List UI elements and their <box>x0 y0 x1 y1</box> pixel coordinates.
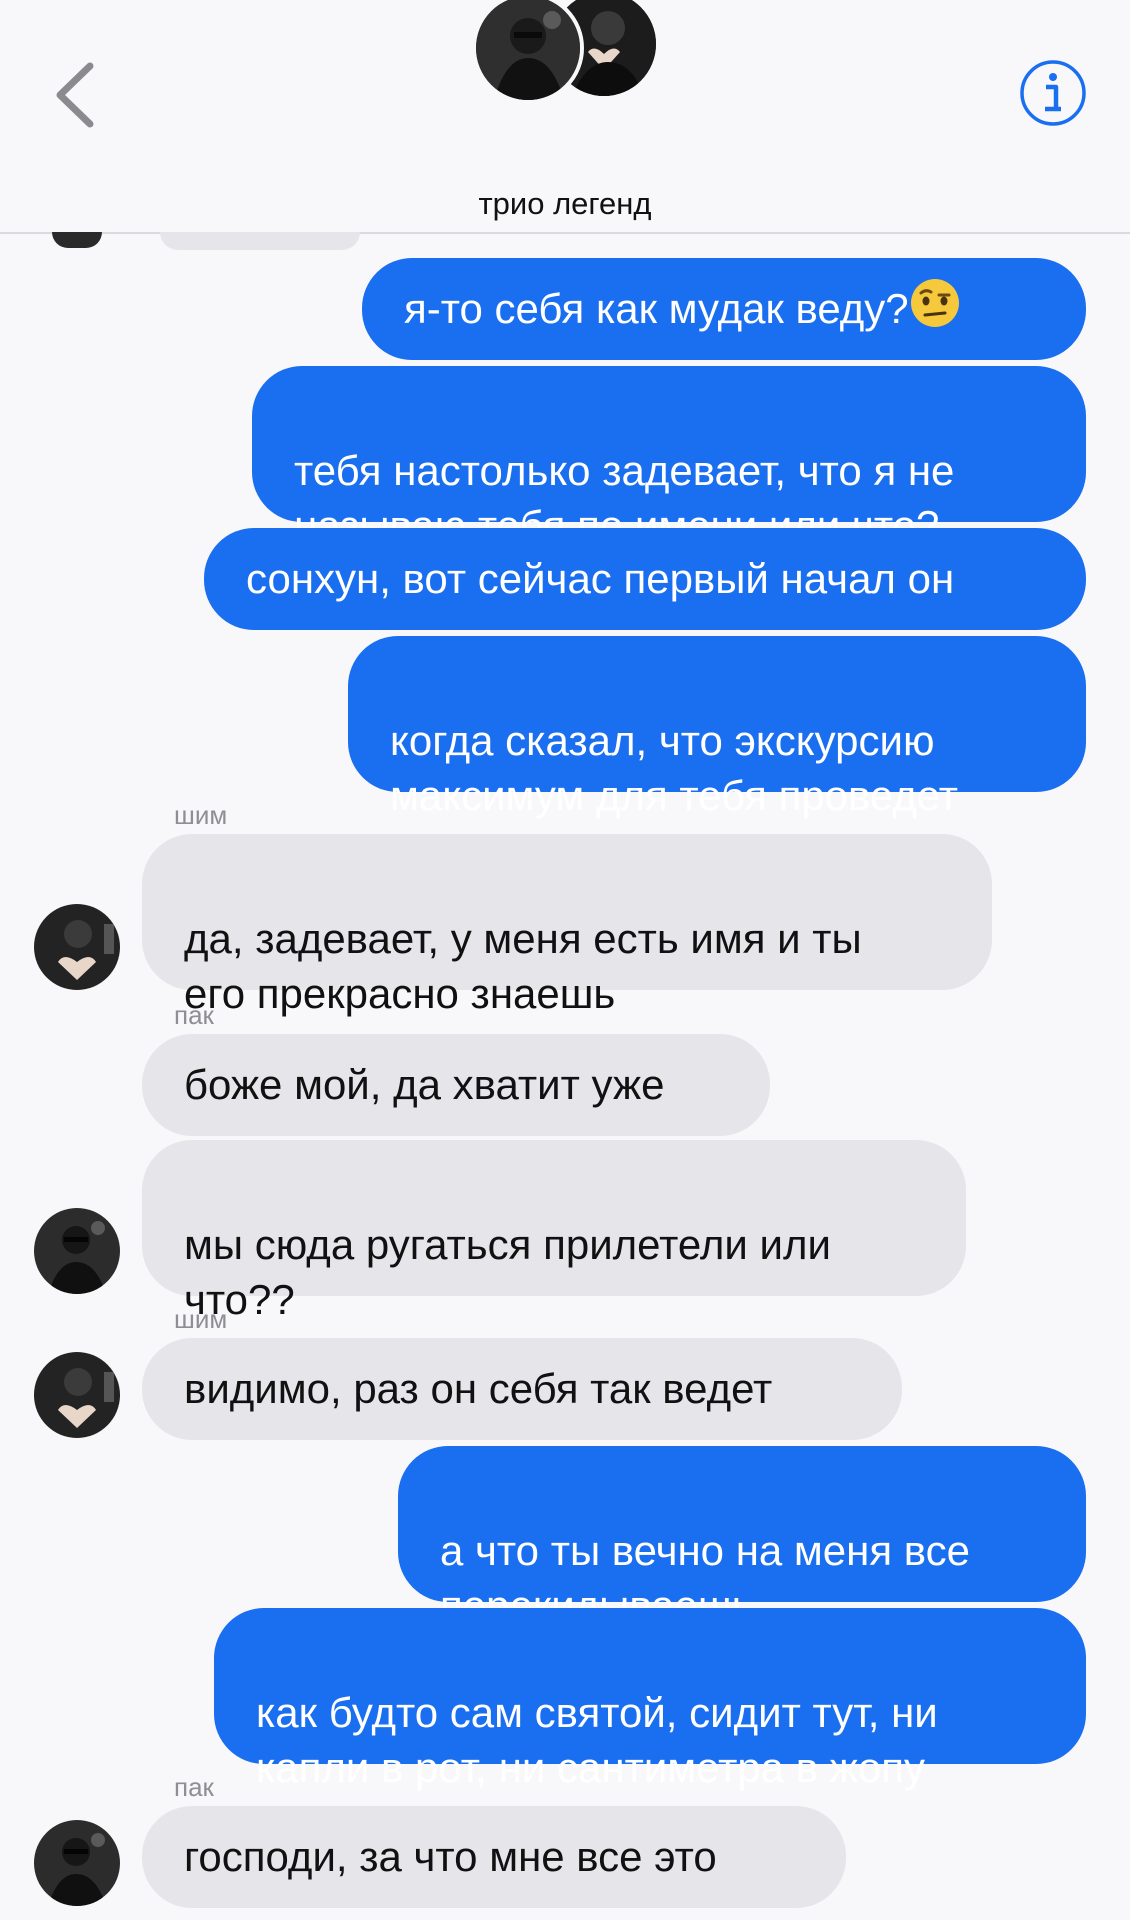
sender-name: шим <box>174 800 228 830</box>
message-text: боже мой, да хватит уже <box>184 1061 665 1108</box>
message-bubble-outgoing[interactable]: а что ты вечно на меня все перекидываешь <box>398 1446 1086 1629</box>
chevron-left-icon <box>56 62 94 128</box>
member-avatar <box>472 0 584 104</box>
avatar[interactable] <box>34 1208 120 1294</box>
sender-name: пак <box>174 1000 214 1030</box>
info-button[interactable] <box>1018 58 1088 128</box>
message-bubble-partial <box>160 232 360 250</box>
message-bubble-incoming[interactable]: да, задевает, у меня есть имя и ты его п… <box>142 834 992 1017</box>
message-bubble-outgoing[interactable]: сонхун, вот сейчас первый начал он <box>204 528 1086 630</box>
message-text: мы сюда ругаться прилетели или что?? <box>184 1221 831 1323</box>
message-bubble-outgoing[interactable]: когда сказал, что экскурсию максимум для… <box>348 636 1086 819</box>
info-icon <box>1020 60 1086 126</box>
chat-title[interactable]: трио легенд <box>0 186 1130 222</box>
message-bubble-outgoing[interactable]: как будто сам святой, сидит тут, ни капл… <box>214 1608 1086 1791</box>
message-bubble-incoming[interactable]: видимо, раз он себя так ведет <box>142 1338 902 1440</box>
message-bubble-outgoing[interactable]: я-то себя как мудак веду? <box>362 258 1086 360</box>
message-text: я-то себя как мудак веду? <box>404 285 909 332</box>
raised-eyebrow-emoji <box>910 279 959 327</box>
message-text: когда сказал, что экскурсию максимум для… <box>390 717 959 819</box>
avatar[interactable] <box>34 904 120 990</box>
back-button[interactable] <box>40 50 110 140</box>
message-text: как будто сам святой, сидит тут, ни капл… <box>256 1689 938 1791</box>
avatar <box>52 232 102 248</box>
message-bubble-outgoing[interactable]: тебя настолько задевает, что я не называ… <box>252 366 1086 549</box>
sender-name: шим <box>174 1304 228 1334</box>
avatar[interactable] <box>34 1820 120 1906</box>
avatar[interactable] <box>34 1352 120 1438</box>
message-bubble-incoming[interactable]: боже мой, да хватит уже <box>142 1034 770 1136</box>
message-text: господи, за что мне все это <box>184 1833 717 1880</box>
group-avatar[interactable] <box>472 0 662 104</box>
sender-name: пак <box>174 1772 214 1802</box>
message-bubble-incoming[interactable]: господи, за что мне все это <box>142 1806 846 1908</box>
chat-header: трио легенд <box>0 0 1130 234</box>
message-text: видимо, раз он себя так ведет <box>184 1365 773 1412</box>
message-text: сонхун, вот сейчас первый начал он <box>246 555 955 602</box>
message-text: да, задевает, у меня есть имя и ты его п… <box>184 915 862 1017</box>
message-bubble-incoming[interactable]: мы сюда ругаться прилетели или что?? <box>142 1140 966 1323</box>
